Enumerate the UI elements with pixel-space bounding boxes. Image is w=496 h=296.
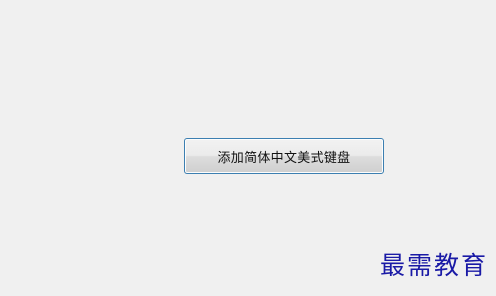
add-button-label: 添加简体中文美式键盘 [217, 150, 351, 166]
dialog-area: 添加简体中文美式键盘 最需教育 [0, 0, 496, 296]
add-simplified-chinese-us-keyboard-button[interactable]: 添加简体中文美式键盘 [184, 138, 384, 174]
watermark-logo: 最需教育 [379, 251, 488, 280]
